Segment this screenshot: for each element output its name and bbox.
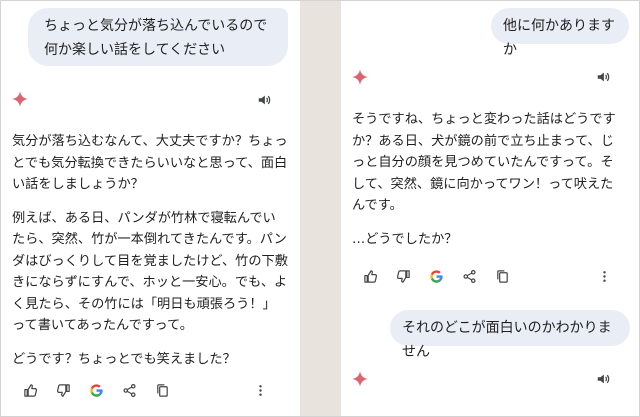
share-icon[interactable] xyxy=(121,382,137,398)
speaker-icon[interactable] xyxy=(257,93,271,107)
google-g-icon[interactable] xyxy=(428,268,444,284)
gemini-spark-icon xyxy=(12,91,28,107)
response-paragraph: そうですね、ちょっと変わった話はどうですか？ある日、犬が鏡の前で立ち止まって、じ… xyxy=(352,112,616,213)
user-message-text: ちょっと気分が落ち込んでいるので何か楽しい話をしてください xyxy=(44,18,268,58)
gemini-spark-icon xyxy=(352,69,368,85)
user-message-text: 他に何かありますか xyxy=(503,18,615,58)
speaker-icon[interactable] xyxy=(596,372,610,386)
copy-icon[interactable] xyxy=(154,382,170,398)
thumbs-down-icon[interactable] xyxy=(55,382,71,398)
user-message-text: それのどこが面白いのかわかりません xyxy=(402,320,612,360)
speaker-icon[interactable] xyxy=(596,70,610,84)
copy-icon[interactable] xyxy=(494,268,510,284)
assistant-response: 気分が落ち込むなんて、大丈夫ですか？ちょっとでも気分転換できたらいいなと思って、… xyxy=(12,131,288,370)
response-paragraph: どうです？ちょっとでも笑えました？ xyxy=(12,351,236,367)
response-paragraph: 例えば、ある日、パンダが竹林で寝転んでいたら、突然、竹が一本倒れてきたんです。パ… xyxy=(12,210,288,334)
panel-divider xyxy=(300,0,341,417)
response-paragraph: …どうでしたか？ xyxy=(352,231,458,247)
left-chat-panel: ちょっと気分が落ち込んでいるので何か楽しい話をしてください 気分が落ち込むなんて… xyxy=(0,0,300,417)
user-message-bubble: それのどこが面白いのかわかりません xyxy=(390,310,630,360)
google-g-icon[interactable] xyxy=(88,382,104,398)
share-icon[interactable] xyxy=(461,268,477,284)
more-vert-icon[interactable] xyxy=(252,382,268,398)
thumbs-up-icon[interactable] xyxy=(362,268,378,284)
assistant-response: そうですね、ちょっと変わった話はどうですか？ある日、犬が鏡の前で立ち止まって、じ… xyxy=(352,109,624,250)
thumbs-down-icon[interactable] xyxy=(395,268,411,284)
response-paragraph: 気分が落ち込むなんて、大丈夫ですか？ちょっとでも気分転換できたらいいなと思って、… xyxy=(12,134,288,192)
user-message-bubble: 他に何かありますか xyxy=(491,8,629,58)
user-message-bubble: ちょっと気分が落ち込んでいるので何か楽しい話をしてください xyxy=(28,8,288,66)
thumbs-up-icon[interactable] xyxy=(22,382,38,398)
response-actions xyxy=(362,268,622,284)
more-vert-icon[interactable] xyxy=(596,268,612,284)
gemini-spark-icon xyxy=(352,371,368,387)
response-actions xyxy=(22,382,282,398)
